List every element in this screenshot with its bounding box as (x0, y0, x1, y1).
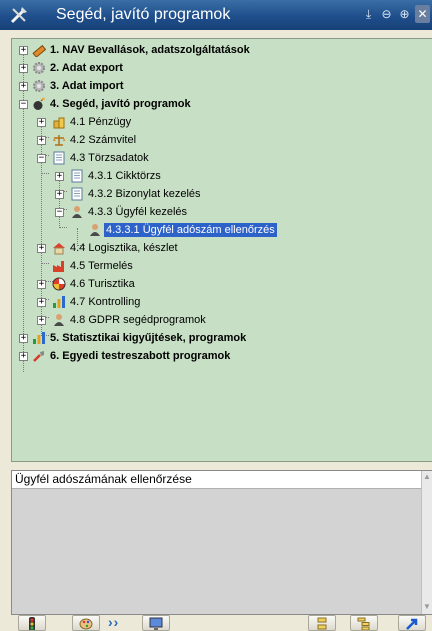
tree-item-szamvitel[interactable]: + 4.2 Számvitel (12, 131, 412, 149)
close-icon[interactable]: ✕ (415, 5, 430, 23)
tree-item-label: 4.5 Termelés (70, 260, 133, 272)
window-title: Segéd, javító programok (56, 6, 231, 23)
tree-item-label: 4.3.2 Bizonylat kezelés (88, 188, 201, 200)
palette-button[interactable] (72, 615, 100, 631)
tree-item-penzugy[interactable]: + 4.1 Pénzügy (12, 113, 412, 131)
tree-item-label: 2. Adat export (50, 62, 123, 74)
document-icon (71, 169, 83, 183)
tree-item-label: 4.1 Pénzügy (70, 116, 132, 128)
expand-button[interactable]: + (19, 82, 28, 91)
tree-item-label: 4.8 GDPR segédprogramok (70, 314, 206, 326)
tree-item-termeles[interactable]: 4.5 Termelés (12, 257, 412, 275)
collapse-button[interactable]: − (19, 100, 28, 109)
description-field: Ügyfél adószámának ellenőrzése (12, 471, 422, 489)
tree-item-logisztika[interactable]: + 4.4 Logisztika, készlet (12, 239, 412, 257)
document-icon (71, 187, 83, 201)
download-icon[interactable]: ⤓ (361, 5, 376, 23)
document-icon (53, 151, 65, 165)
tree-item-bizonylat[interactable]: + 4.3.2 Bizonylat kezelés (12, 185, 412, 203)
tree-item-nav[interactable]: + 1. NAV Bevallások, adatszolgáltatások (12, 41, 412, 59)
factory-icon (53, 261, 64, 272)
tree-item-kontrolling[interactable]: + 4.7 Kontrolling (12, 293, 412, 311)
tree-item-label: 4.3.3 Ügyfél kezelés (88, 206, 188, 218)
zoom-in-icon[interactable]: ⊕ (397, 5, 412, 23)
palette-icon (79, 618, 93, 630)
tree-item-label: 6. Egyedi testreszabott programok (50, 350, 231, 362)
expand-button[interactable]: + (37, 298, 46, 307)
scroll-up-icon[interactable]: ▲ (423, 472, 431, 481)
monitor-button[interactable] (142, 615, 170, 631)
tree-item-turisztika[interactable]: + 4.6 Turisztika (12, 275, 412, 293)
expand-button[interactable]: + (19, 64, 28, 73)
tree-item-statisztika[interactable]: + 5. Statisztikai kigyűjtések, programok (12, 329, 412, 347)
tree-item-seged[interactable]: − 4. Segéd, javító programok (12, 95, 412, 113)
collapse-tree-button[interactable] (308, 615, 336, 631)
expand-button[interactable]: + (19, 334, 28, 343)
monitor-icon (149, 617, 163, 630)
tree-expand-icon (357, 617, 370, 630)
expand-button[interactable]: + (55, 172, 64, 181)
bar-chart-icon (33, 332, 45, 344)
person-icon (54, 314, 64, 326)
tree-item-cikktorzs[interactable]: + 4.3.1 Cikktörzs (12, 167, 412, 185)
exit-arrow-icon (406, 618, 418, 630)
description-panel: Ügyfél adószámának ellenőrzése ▲ ▼ (11, 470, 432, 615)
pen-icon (32, 44, 46, 57)
description-text: Ügyfél adószámának ellenőrzése (15, 472, 192, 486)
tree-item-ugyfel-kezeles[interactable]: − 4.3.3 Ügyfél kezelés (12, 203, 412, 221)
expand-button[interactable]: + (37, 118, 46, 127)
gear-icon (33, 80, 45, 92)
tree-item-label-selected: 4.3.3.1 Ügyfél adószám ellenőrzés (104, 223, 277, 237)
tree-item-label: 4. Segéd, javító programok (50, 98, 191, 110)
tree-item-adoszam-ellenorzes[interactable]: 4.3.3.1 Ügyfél adószám ellenőrzés (12, 221, 412, 239)
collapse-button[interactable]: − (55, 208, 64, 217)
tree-item-label: 4.2 Számvitel (70, 134, 137, 146)
scrollbar[interactable]: ▲ ▼ (421, 471, 432, 614)
traffic-light-button[interactable] (18, 615, 46, 631)
tree-item-import[interactable]: + 3. Adat import (12, 77, 412, 95)
person-icon (72, 206, 82, 218)
traffic-light-icon (29, 617, 35, 630)
next-arrows-icon[interactable]: ›› (108, 614, 119, 630)
tree-item-label: 1. NAV Bevallások, adatszolgáltatások (50, 44, 250, 56)
tree-item-torzsadatok[interactable]: − 4.3 Törzsadatok (12, 149, 412, 167)
expand-tree-button[interactable] (350, 615, 378, 631)
beach-ball-icon (52, 277, 66, 291)
zoom-out-icon[interactable]: ⊖ (379, 5, 394, 23)
wrench-icon (33, 351, 44, 362)
tree-item-label: 4.3 Törzsadatok (70, 152, 149, 164)
tree-item-egyedi[interactable]: + 6. Egyedi testreszabott programok (12, 347, 412, 365)
expand-button[interactable]: + (55, 190, 64, 199)
tree-item-label: 4.4 Logisztika, készlet (70, 242, 178, 254)
tree-item-label: 4.6 Turisztika (70, 278, 135, 290)
expand-button[interactable]: + (37, 280, 46, 289)
bottom-toolbar: ›› (0, 614, 432, 631)
gear-icon (33, 62, 45, 74)
bomb-icon (33, 97, 45, 110)
tree-item-label: 3. Adat import (50, 80, 124, 92)
coins-icon (53, 117, 65, 129)
expand-button[interactable]: + (37, 136, 46, 145)
tools-icon (10, 7, 27, 24)
tree-item-label: 4.7 Kontrolling (70, 296, 141, 308)
person-icon (90, 224, 100, 236)
tree-item-label: 5. Statisztikai kigyűjtések, programok (50, 332, 247, 344)
bar-chart-icon (53, 296, 65, 308)
tree-item-gdpr[interactable]: + 4.8 GDPR segédprogramok (12, 311, 412, 329)
collapse-button[interactable]: − (37, 154, 46, 163)
exit-button[interactable] (398, 615, 426, 631)
warehouse-icon (53, 243, 65, 255)
expand-button[interactable]: + (19, 46, 28, 55)
expand-button[interactable]: + (37, 316, 46, 325)
tree-item-label: 4.3.1 Cikktörzs (88, 170, 161, 182)
scale-icon (53, 135, 66, 146)
tree-collapse-icon (317, 617, 327, 630)
expand-button[interactable]: + (37, 244, 46, 253)
scroll-down-icon[interactable]: ▼ (423, 602, 431, 611)
program-tree[interactable]: + 1. NAV Bevallások, adatszolgáltatások … (11, 38, 432, 462)
title-bar: Segéd, javító programok ⤓ ⊖ ⊕ ✕ (0, 0, 432, 30)
expand-button[interactable]: + (19, 352, 28, 361)
tree-item-export[interactable]: + 2. Adat export (12, 59, 412, 77)
